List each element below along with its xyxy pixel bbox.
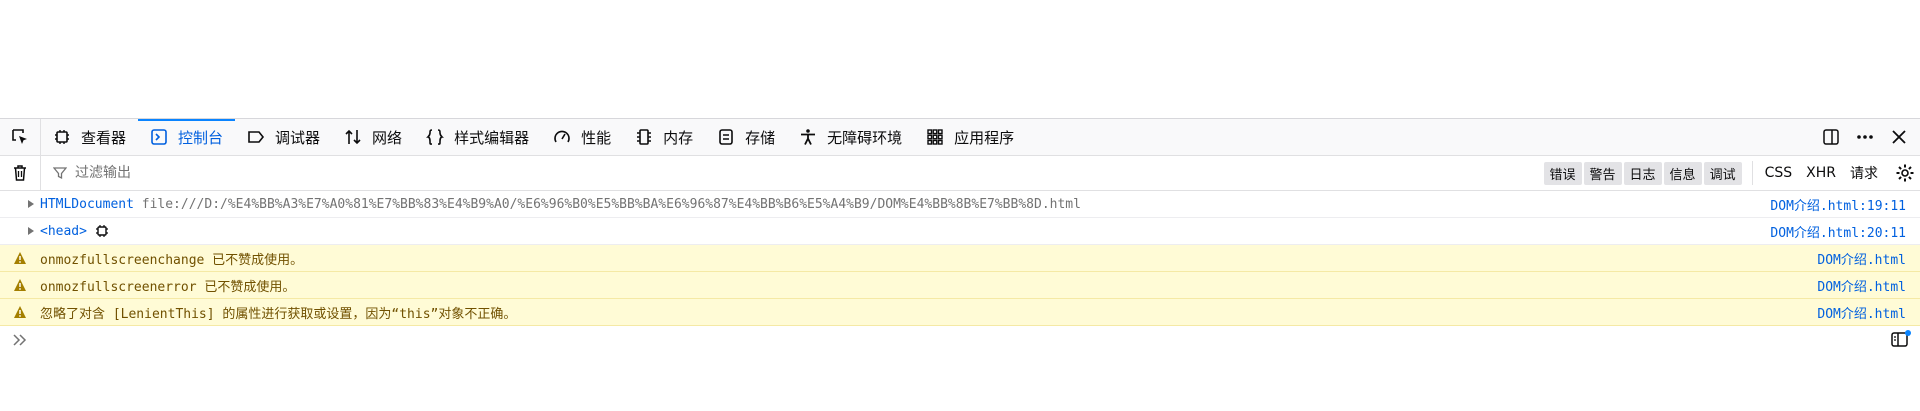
tab-label: 调试器	[275, 128, 321, 147]
editor-split-icon	[1891, 330, 1911, 347]
style-editor-icon	[424, 126, 446, 148]
inspector-icon	[51, 126, 73, 148]
filter-css-button[interactable]: CSS	[1765, 165, 1793, 181]
console-warning: onmozfullscreenchange 已不赞成使用。 DOM介绍.html	[0, 245, 1920, 272]
warning-text: 忽略了对含 [LenientThis] 的属性进行获取或设置，因为“this”对…	[40, 306, 517, 322]
filter-output-input[interactable]	[73, 164, 477, 182]
console-message: HTMLDocument file:///D:/%E4%BB%A3%E7%A0%…	[0, 191, 1920, 218]
tab-performance[interactable]: 性能	[541, 119, 623, 155]
filter-icon	[53, 167, 67, 180]
filter-errors-button[interactable]: 错误	[1543, 161, 1582, 185]
tab-network[interactable]: 网络	[332, 119, 414, 155]
warning-lead	[0, 305, 40, 319]
application-icon	[924, 126, 946, 148]
tab-debugger[interactable]: 调试器	[235, 119, 332, 155]
dock-side-icon	[1823, 129, 1839, 145]
tab-application[interactable]: 应用程序	[914, 119, 1026, 155]
warning-icon	[14, 279, 26, 291]
expand-arrow-icon	[28, 200, 34, 208]
page-content-area	[0, 0, 1920, 118]
filter-debug-button[interactable]: 调试	[1703, 161, 1742, 185]
tab-label: 性能	[581, 128, 612, 147]
console-prompt	[0, 333, 40, 347]
message-location[interactable]: DOM介绍.html:19:11	[1770, 195, 1906, 214]
tab-inspector[interactable]: 查看器	[41, 119, 138, 155]
console-warning: 忽略了对含 [LenientThis] 的属性进行获取或设置，因为“this”对…	[0, 299, 1920, 326]
network-icon	[342, 126, 364, 148]
dock-options-button[interactable]	[1816, 122, 1846, 152]
message-location[interactable]: DOM介绍.html	[1817, 303, 1906, 322]
message-location[interactable]: DOM介绍.html:20:11	[1770, 222, 1906, 241]
filter-info-button[interactable]: 信息	[1663, 161, 1702, 185]
message-location[interactable]: DOM介绍.html	[1817, 276, 1906, 295]
log-level-filters: 错误 警告 日志 信息 调试	[1543, 161, 1753, 185]
tab-storage[interactable]: 存储	[705, 119, 787, 155]
warning-lead	[0, 251, 40, 265]
tab-label: 存储	[745, 128, 776, 147]
warning-icon	[14, 252, 26, 264]
element-node[interactable]: <head>	[40, 224, 87, 239]
double-chevron-right-icon	[13, 334, 27, 346]
node-inspect-icon[interactable]	[95, 224, 109, 238]
tab-label: 无障碍环境	[827, 128, 903, 147]
console-warning: onmozfullscreenerror 已不赞成使用。 DOM介绍.html	[0, 272, 1920, 299]
ellipsis-icon	[1857, 135, 1873, 139]
tab-accessibility[interactable]: 无障碍环境	[787, 119, 914, 155]
debugger-icon	[245, 126, 267, 148]
toolbar-right-controls	[1816, 119, 1920, 155]
expand-toggle[interactable]	[0, 226, 40, 236]
tab-label: 应用程序	[954, 128, 1015, 147]
tab-label: 控制台	[178, 128, 224, 147]
warning-text: onmozfullscreenchange 已不赞成使用。	[40, 252, 304, 268]
tab-console[interactable]: 控制台	[138, 119, 236, 155]
tab-label: 内存	[663, 128, 694, 147]
console-input-row[interactable]	[0, 327, 1920, 353]
tab-label: 网络	[372, 128, 403, 147]
filter-output	[53, 164, 477, 182]
close-icon	[1892, 130, 1906, 144]
tab-style-editor[interactable]: 样式编辑器	[414, 119, 541, 155]
console-icon	[148, 126, 170, 148]
expand-arrow-icon	[28, 227, 34, 235]
warning-lead	[0, 278, 40, 292]
toggle-editor-mode-button[interactable]	[1890, 329, 1912, 353]
tab-label: 查看器	[81, 128, 127, 147]
filter-requests-button[interactable]: 请求	[1850, 163, 1878, 183]
request-filters: CSS XHR 请求	[1753, 163, 1890, 183]
storage-icon	[715, 126, 737, 148]
devtools-panel: 查看器 控制台 调试器 网络 样式编辑器 性能 内存 存储 无障碍环境 应用程序…	[0, 118, 1920, 411]
trash-icon	[14, 165, 26, 181]
console-filter-bar: 错误 警告 日志 信息 调试 CSS XHR 请求	[0, 156, 1920, 191]
console-message: <head> DOM介绍.html:20:11	[0, 218, 1920, 245]
performance-icon	[551, 126, 573, 148]
warning-icon	[14, 306, 26, 318]
accessibility-icon	[797, 126, 819, 148]
expand-toggle[interactable]	[0, 199, 40, 209]
filter-logs-button[interactable]: 日志	[1623, 161, 1662, 185]
warning-text: onmozfullscreenerror 已不赞成使用。	[40, 279, 296, 295]
tab-label: 样式编辑器	[454, 128, 530, 147]
message-location[interactable]: DOM介绍.html	[1817, 249, 1906, 268]
devtools-toolbar: 查看器 控制台 调试器 网络 样式编辑器 性能 内存 存储 无障碍环境 应用程序	[0, 119, 1920, 156]
console-output: HTMLDocument file:///D:/%E4%BB%A3%E7%A0%…	[0, 191, 1920, 326]
memory-icon	[633, 126, 655, 148]
object-type[interactable]: HTMLDocument	[40, 197, 134, 212]
element-picker-icon	[12, 129, 27, 144]
more-options-button[interactable]	[1850, 122, 1880, 152]
console-settings-button[interactable]	[1890, 163, 1920, 183]
filter-xhr-button[interactable]: XHR	[1806, 165, 1836, 181]
clear-console-button[interactable]	[0, 156, 41, 190]
element-picker-button[interactable]	[0, 119, 41, 155]
filter-warnings-button[interactable]: 警告	[1583, 161, 1622, 185]
close-devtools-button[interactable]	[1884, 122, 1914, 152]
tab-memory[interactable]: 内存	[623, 119, 705, 155]
gear-icon	[1896, 164, 1914, 182]
document-url: file:///D:/%E4%BB%A3%E7%A0%81%E7%BB%83%E…	[141, 196, 1081, 212]
